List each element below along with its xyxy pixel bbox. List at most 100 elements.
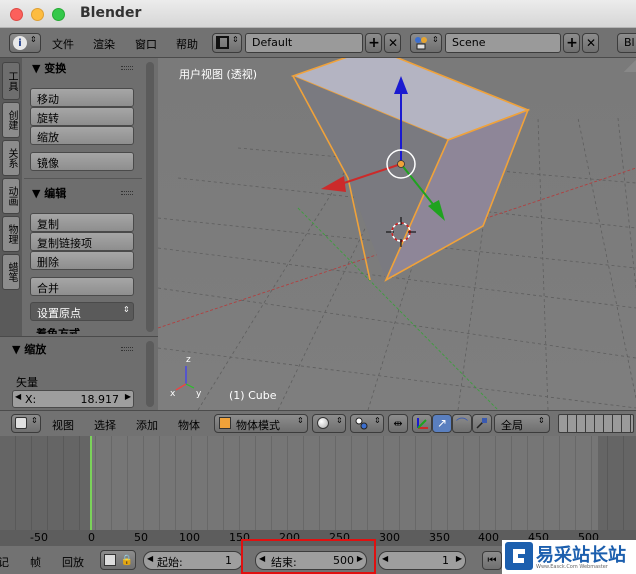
add-scene-button[interactable]: + [563,33,580,53]
menu-frame[interactable]: 帧 [30,554,41,570]
scale-manipulator-button[interactable] [472,414,492,433]
transform-panel-header[interactable]: ▼ 变换 [32,60,66,76]
manipulator-icon [415,416,429,430]
scale-button[interactable]: 缩放 [30,126,134,145]
scene-selector-button[interactable]: ⇕ [410,33,442,53]
chevron-left-icon[interactable]: ◀ [147,554,153,563]
pivot-icon [355,417,368,430]
keying-toggle-group[interactable]: 🔒 [100,550,136,570]
playhead-line[interactable] [90,436,92,530]
chevron-left-icon[interactable]: ◀ [15,392,21,401]
layer-buttons[interactable] [558,414,634,433]
chevron-updown-icon: ⇕ [336,416,343,425]
translate-manipulator-button[interactable]: ↗ [432,414,452,433]
render-engine-selector[interactable]: Bl [617,33,636,53]
tab-relations[interactable]: 关系 [2,140,20,176]
jump-to-start-button[interactable]: ⏮ [482,551,502,570]
watermark: 易采站长站 Www.Easck.Com Webmaster [502,540,636,574]
set-origin-dropdown[interactable]: 设置原点 [30,302,134,321]
delete-scene-button[interactable]: ✕ [582,33,599,53]
rotate-button[interactable]: 旋转 [30,107,134,126]
panel-grip-icon [121,66,133,70]
vector-x-field[interactable]: ◀ X: 18.917 ▶ [12,390,134,408]
chevron-updown-icon: ⇕ [432,35,439,44]
menu-object[interactable]: 物体 [178,417,200,433]
axis-y-label: y [196,389,202,399]
transform-orientation-dropdown[interactable]: 全局 ⇕ [494,414,550,433]
plus-icon: + [368,35,380,51]
ruler-label: 350 [429,531,450,544]
operator-panel: ▼ 缩放 矢量 ◀ X: 18.917 ▶ [0,336,158,410]
translate-button[interactable]: 移动 [30,88,134,107]
minimize-window-button[interactable] [31,8,44,21]
panel-grip-icon [121,191,133,195]
layout-selector-button[interactable]: ⇕ [212,33,242,53]
duplicate-linked-button[interactable]: 复制链接项 [30,232,134,251]
viewport-scene[interactable] [158,58,636,410]
chevron-updown-icon: ⇕ [31,416,38,425]
panel-separator [24,178,142,179]
zoom-window-button[interactable] [52,8,65,21]
menu-file[interactable]: 文件 [52,36,74,52]
tool-shelf-scrollbar[interactable] [146,62,154,332]
vector-label: 矢量 [16,376,38,389]
manipulate-center-points-button[interactable]: ⇹ [388,414,408,433]
scene-name-field[interactable]: Scene [445,33,561,53]
menu-render[interactable]: 渲染 [93,36,115,52]
tab-physics[interactable]: 物理 [2,216,20,252]
editor-type-button[interactable]: ⇕ [11,414,41,433]
rotate-arc-icon: ⌒ [455,416,468,431]
menu-view[interactable]: 视图 [52,417,74,433]
ruler-label: 50 [134,531,148,544]
logo-icon [505,542,533,570]
viewport-resize-handle[interactable] [624,60,636,72]
3d-viewport[interactable]: 用户视图 (透视) (1) Cube z x y [158,58,636,410]
timeline-area[interactable] [0,436,636,530]
editor-type-button[interactable]: i ⇕ [9,33,41,53]
interaction-mode-dropdown[interactable]: 物体模式 ⇕ [214,414,308,433]
interaction-mode-label: 物体模式 [236,419,280,432]
menu-add[interactable]: 添加 [136,417,158,433]
chevron-right-icon[interactable]: ▶ [125,392,131,401]
mirror-button[interactable]: 镜像 [30,152,134,171]
current-frame-field[interactable]: ◀ 1 ▶ [378,551,466,570]
viewport-shading-dropdown[interactable]: ⇕ [312,414,346,433]
manipulator-toggle-button[interactable] [412,414,432,433]
tab-tools[interactable]: 工具 [2,62,20,100]
operator-panel-scrollbar[interactable] [146,341,154,407]
menu-select[interactable]: 选择 [94,417,116,433]
start-frame-field[interactable]: ◀ 起始: 1 [143,551,243,570]
delete-button[interactable]: 删除 [30,251,134,270]
chevron-right-icon[interactable]: ▶ [456,554,462,563]
duplicate-button[interactable]: 复制 [30,213,134,232]
ruler-label: 400 [478,531,499,544]
add-layout-button[interactable]: + [365,33,382,53]
operator-panel-header[interactable]: ▼ 缩放 [12,341,46,357]
menu-help[interactable]: 帮助 [176,36,198,52]
end-frame-highlight-box [241,539,376,574]
3d-view-header: ⇕ 视图 选择 添加 物体 物体模式 ⇕ ⇕ ⇕ ⇹ ↗ ⌒ 全局 ⇕ [0,410,636,436]
scale-handle-icon [476,417,488,429]
pivot-point-dropdown[interactable]: ⇕ [350,414,384,433]
tab-grease-pencil[interactable]: 蜡笔 [2,254,20,290]
layout-name-field[interactable]: Default [245,33,363,53]
chevron-updown-icon: ⇕ [374,416,381,425]
current-frame-value: 1 [442,554,449,567]
vector-x-label: X: [25,393,37,406]
close-window-button[interactable] [10,8,23,21]
tab-create[interactable]: 创建 [2,102,20,138]
tab-animation[interactable]: 动画 [2,178,20,214]
arrows-icon: ⇹ [393,416,403,430]
delete-layout-button[interactable]: ✕ [384,33,401,53]
menu-marker-partial[interactable]: 记 [0,554,9,570]
chevron-left-icon[interactable]: ◀ [382,554,388,563]
menu-window[interactable]: 窗口 [135,36,157,52]
watermark-url: Www.Easck.Com Webmaster [536,564,608,570]
rotate-manipulator-button[interactable]: ⌒ [452,414,472,433]
window-titlebar: Blender [0,0,636,28]
edit-panel-header[interactable]: ▼ 编辑 [32,185,66,201]
menu-playback[interactable]: 回放 [62,554,84,570]
chevron-updown-icon: ⇕ [538,416,545,425]
join-button[interactable]: 合并 [30,277,134,296]
gizmo-x-arrow[interactable] [321,176,346,192]
